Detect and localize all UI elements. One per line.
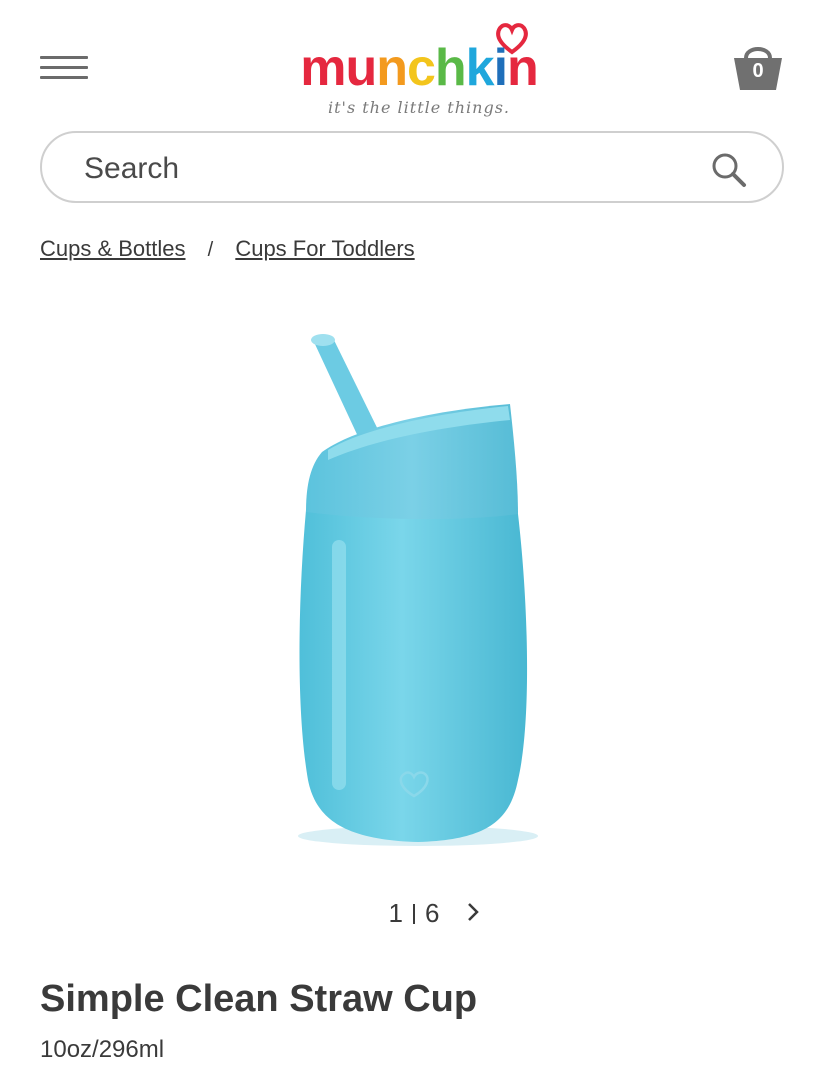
product-size: 10oz/296ml <box>40 1036 165 1063</box>
cart-count-badge: 0 <box>752 60 764 82</box>
logo-letter: k <box>465 39 495 97</box>
product-title: Simple Clean Straw Cup <box>40 978 478 1020</box>
logo-letter: c <box>406 39 436 97</box>
breadcrumb-link-cups-bottles[interactable]: Cups & Bottles <box>40 236 186 261</box>
breadcrumb-link-cups-for-toddlers[interactable]: Cups For Toddlers <box>235 236 414 261</box>
logo-letter: h <box>434 39 467 97</box>
chevron-right-icon[interactable] <box>462 896 486 928</box>
search-bar <box>40 131 784 203</box>
site-header: munchkin it's the little things. 0 <box>0 0 828 125</box>
search-input[interactable] <box>82 145 686 193</box>
pager-total: 6 <box>425 898 440 928</box>
logo-wordmark: munchkin <box>284 38 554 98</box>
pager-divider <box>413 904 415 924</box>
cart-button[interactable]: 0 <box>730 40 786 94</box>
breadcrumb: Cups & Bottles / Cups For Toddlers <box>40 236 415 262</box>
logo-letter: i <box>493 39 508 97</box>
munchkin-logo[interactable]: munchkin it's the little things. <box>284 18 554 118</box>
logo-letter: u <box>345 39 377 97</box>
image-pager: 16 <box>0 898 828 929</box>
logo-letter: m <box>300 39 346 97</box>
logo-letter: n <box>376 39 408 97</box>
hamburger-menu-icon[interactable] <box>40 56 88 92</box>
breadcrumb-separator: / <box>207 239 214 261</box>
search-icon[interactable] <box>710 151 748 189</box>
logo-letter: n <box>507 39 539 97</box>
logo-tagline: it's the little things. <box>328 98 510 117</box>
product-image[interactable] <box>228 300 600 870</box>
pager-current: 1 <box>388 898 403 928</box>
